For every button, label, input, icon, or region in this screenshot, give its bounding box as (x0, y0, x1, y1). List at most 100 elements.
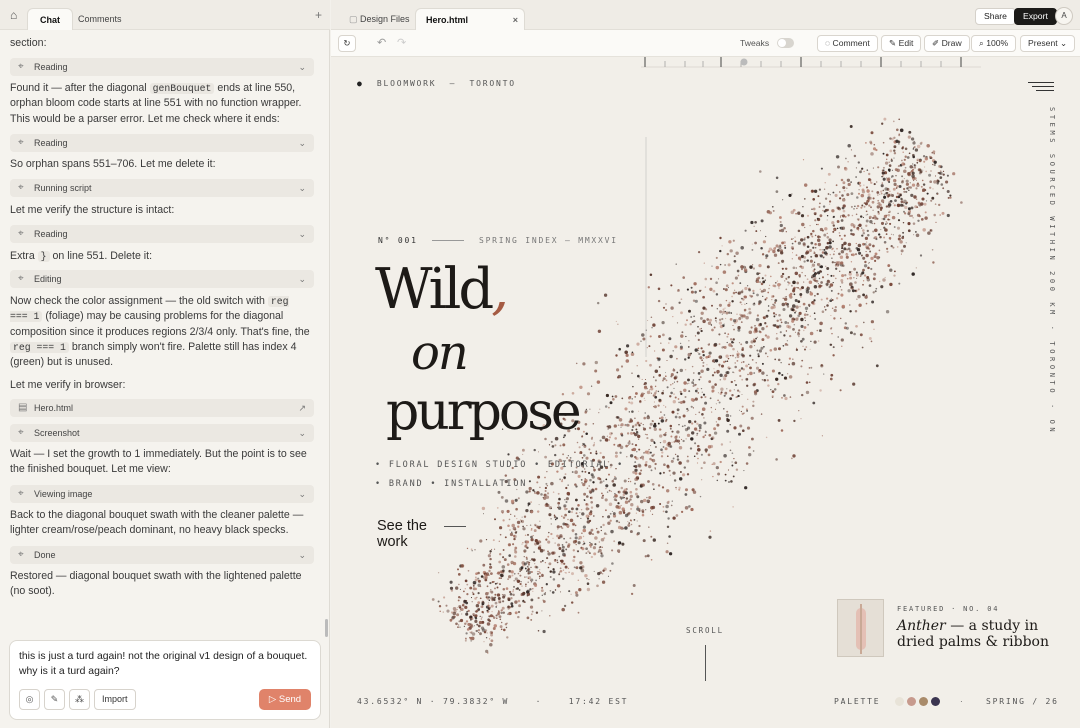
palette-label: PALETTE (834, 697, 881, 706)
side-vertical-text: STEMS SOURCED WITHIN 200 KM · TORONTO · … (1048, 107, 1056, 436)
external-link-icon: ↗ (298, 403, 306, 413)
brand-dot: ● (357, 79, 364, 88)
tab-label: Hero.html (426, 15, 469, 25)
scroll-indicator-line (705, 645, 706, 681)
chevron-down-icon: ⌄ (1057, 38, 1068, 48)
draw-label: Draw (941, 38, 962, 48)
undo-icon[interactable]: ↶ (377, 36, 386, 49)
export-button[interactable]: Export (1014, 8, 1057, 25)
tweaks-label: Tweaks (740, 38, 770, 48)
tool-call-done[interactable]: ⌖ Done ⌄ (10, 546, 314, 564)
tool-call-label: Editing (34, 274, 62, 284)
footer-coordinates: 43.6532° N · 79.3832° W · 17:42 EST (357, 697, 628, 706)
tool-call-label: Viewing image (34, 489, 93, 499)
featured-thumbnail[interactable] (837, 599, 884, 657)
tool-call-reading[interactable]: ⌖ Reading ⌄ (10, 134, 314, 152)
tab-hero-html[interactable]: Hero.html × (415, 8, 525, 30)
cta-arrow-line (444, 526, 466, 527)
tool-icon: ⌖ (18, 61, 24, 72)
chat-message: section: (10, 37, 47, 49)
brand-sep: — (449, 79, 457, 88)
chat-message: Wait — I set the growth to 1 immediately… (10, 448, 307, 476)
tab-comments[interactable]: Comments (66, 8, 134, 30)
message-input[interactable]: this is just a turd again! not the origi… (19, 649, 314, 679)
chat-tab-bar: ⌂ Chat Comments + (0, 0, 330, 30)
attach-icon[interactable]: ✎ (44, 689, 65, 710)
present-button[interactable]: Present ⌄ (1020, 35, 1076, 52)
chevron-down-icon: ⌄ (298, 62, 306, 72)
file-link-hero[interactable]: ▤ Hero.html ↗ (10, 399, 314, 417)
voice-icon[interactable]: ⁂ (69, 689, 90, 710)
chat-message: So orphan spans 551–706. Let me delete i… (10, 158, 216, 170)
headline-word-1: Wild, (375, 257, 509, 322)
tool-call-screenshot[interactable]: ⌖ Screenshot ⌄ (10, 424, 314, 442)
featured-title[interactable]: Anther — a study in dried palms & ribbon (897, 618, 1049, 650)
message-composer[interactable]: this is just a turd again! not the origi… (9, 640, 321, 720)
toggle-knob (778, 39, 786, 47)
tool-call-editing[interactable]: ⌖ Editing ⌄ (10, 270, 314, 288)
palette-swatch[interactable] (931, 697, 940, 706)
palette-swatch[interactable] (919, 697, 928, 706)
import-button[interactable]: Import (94, 689, 136, 710)
brand-city: TORONTO (469, 79, 516, 88)
tab-design-files[interactable]: ▢ Design Files (349, 8, 410, 30)
edit-label: Edit (898, 38, 914, 48)
home-icon[interactable]: ⌂ (10, 9, 23, 21)
chevron-down-icon: ⌄ (298, 138, 306, 148)
settings-icon[interactable]: ◎ (19, 689, 40, 710)
send-icon: ▷ (268, 694, 279, 705)
tool-call-reading[interactable]: ⌖ Reading ⌄ (10, 58, 314, 76)
tool-icon: ⌖ (18, 549, 24, 560)
chat-scrollbar[interactable] (325, 619, 328, 637)
present-label: Present (1028, 38, 1058, 48)
chat-message: Found it — after the diagonal genBouquet… (10, 82, 302, 125)
draw-button[interactable]: ✐ Draw (924, 35, 970, 52)
chevron-down-icon: ⌄ (298, 274, 306, 284)
see-the-work-link[interactable]: See the work (377, 518, 437, 550)
tool-call-running-script[interactable]: ⌖ Running script ⌄ (10, 179, 314, 197)
comment-button[interactable]: ◌ Comment (817, 35, 878, 52)
share-button[interactable]: Share (975, 8, 1016, 25)
file-link-label: Hero.html (34, 403, 74, 413)
reload-icon[interactable]: ↻ (338, 35, 356, 52)
file-icon: ▤ (18, 402, 28, 413)
chevron-down-icon: ⌄ (298, 229, 306, 239)
edit-button[interactable]: ✎ Edit (881, 35, 922, 52)
tool-call-viewing-image[interactable]: ⌖ Viewing image ⌄ (10, 485, 314, 503)
tab-label: Design Files (360, 14, 410, 24)
tool-call-label: Done (34, 550, 56, 560)
folder-icon: ▢ (349, 14, 361, 24)
tool-call-label: Screenshot (34, 428, 80, 438)
tool-icon: ⌖ (18, 488, 24, 499)
headline-word-2: on (411, 325, 469, 381)
chevron-down-icon: ⌄ (298, 489, 306, 499)
chevron-down-icon: ⌄ (298, 183, 306, 193)
close-icon[interactable]: × (513, 9, 518, 31)
index-row: N° 001 SPRING INDEX — MMXXVI (378, 236, 678, 245)
brand-row[interactable]: ● BLOOMWORK — TORONTO (357, 79, 516, 88)
scroll-label: SCROLL (686, 626, 724, 635)
plus-icon[interactable]: + (315, 8, 322, 22)
coords-text: 43.6532° N · 79.3832° W (357, 697, 510, 706)
avatar[interactable]: A (1055, 7, 1073, 25)
palette-swatch[interactable] (907, 697, 916, 706)
chevron-down-icon: ⌄ (298, 428, 306, 438)
comment-icon: ◌ (825, 38, 833, 48)
tool-call-label: Reading (34, 138, 68, 148)
featured-title-line-2: dried palms & ribbon (897, 634, 1049, 650)
local-time: 17:42 EST (568, 697, 629, 706)
send-button[interactable]: ▷ Send (259, 689, 311, 710)
file-tab-bar: ▢ Design Files Hero.html × Share Export A (331, 0, 1080, 30)
featured-label: FEATURED · NO. 04 (897, 605, 1000, 613)
tool-icon: ⌖ (18, 228, 24, 239)
menu-icon[interactable] (1028, 82, 1054, 92)
tweaks-toggle[interactable] (777, 38, 794, 48)
zoom-button[interactable]: ⌕ 100% (971, 35, 1017, 52)
palette-swatch[interactable] (895, 697, 904, 706)
redo-icon[interactable]: ↷ (397, 36, 406, 49)
preview-toolbar: ↻ ↶ ↷ Tweaks ◌ Comment ✎ Edit ✐ Draw ⌕ 1… (331, 30, 1080, 57)
season-label: SPRING / 26 (986, 697, 1059, 706)
tool-call-reading[interactable]: ⌖ Reading ⌄ (10, 225, 314, 243)
draw-icon: ✐ (932, 38, 942, 48)
index-label: SPRING INDEX — MMXXVI (478, 236, 618, 245)
